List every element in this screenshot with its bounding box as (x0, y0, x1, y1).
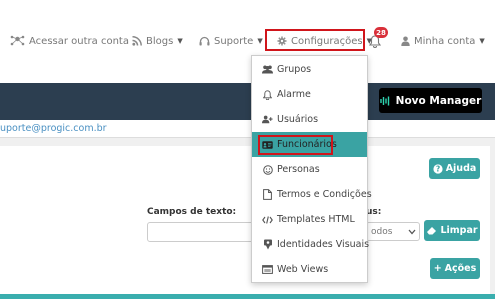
code-icon (262, 215, 273, 224)
user-plus-icon (262, 115, 273, 124)
panel-bottom-accent (0, 294, 495, 299)
minha-conta-label: Minha conta (414, 35, 476, 47)
dropdown-item-personas[interactable]: Personas (252, 157, 367, 182)
acessar-label: Acessar outra conta (29, 35, 129, 47)
main-panel (0, 146, 490, 294)
caret-down-icon: ▼ (479, 37, 485, 45)
question-circle-icon: ? (433, 163, 443, 174)
svg-text:?: ? (436, 164, 440, 173)
user-icon (401, 36, 410, 46)
campos-de-texto-label: Campos de texto: (147, 207, 237, 217)
status-select[interactable]: odos (366, 222, 420, 241)
acoes-button[interactable]: + Ações (430, 258, 480, 279)
dropdown-item-label: Alarme (277, 89, 311, 100)
signal-wave-icon (379, 96, 389, 105)
dropdown-item-label: Usuários (277, 114, 319, 125)
caret-down-icon: ▼ (177, 37, 183, 45)
campos-de-texto-input[interactable] (147, 222, 254, 242)
limpar-button[interactable]: Limpar (424, 220, 480, 241)
eraser-icon (427, 227, 437, 235)
dropdown-item-label: Templates HTML (277, 214, 355, 225)
suporte-menu[interactable]: Suporte ▼ (199, 33, 263, 49)
dropdown-item-label: Web Views (277, 264, 329, 275)
notification-count-badge: 28 (374, 27, 388, 38)
dropdown-item-label: Termos e Condições (277, 189, 372, 200)
acessar-outra-conta-link[interactable]: Acessar outra conta (10, 33, 129, 49)
dropdown-item-termos[interactable]: Termos e Condições (252, 182, 372, 207)
brand-icon (262, 239, 273, 250)
funcionarios-highlight-box (258, 135, 333, 155)
dropdown-item-label: Personas (277, 164, 320, 175)
limpar-label: Limpar (440, 225, 478, 236)
blogs-label: Blogs (146, 35, 174, 47)
network-icon (10, 35, 25, 46)
headset-icon (199, 36, 210, 45)
configuracoes-highlight-box (265, 29, 365, 51)
chevron-down-icon (408, 229, 416, 234)
dropdown-item-identidades-visuais[interactable]: Identidades Visuais (252, 232, 370, 257)
ajuda-button[interactable]: ? Ajuda (429, 158, 480, 179)
dropdown-item-grupos[interactable]: Grupos (252, 57, 367, 82)
users-icon (262, 65, 273, 74)
dropdown-item-web-views[interactable]: Web Views (252, 257, 367, 282)
file-icon (262, 189, 273, 200)
configuracoes-dropdown: Grupos Alarme Usuários Funcionários Pers… (251, 55, 372, 283)
plus-icon: + (433, 263, 442, 274)
rss-icon (132, 36, 142, 46)
status-select-value: odos (371, 226, 393, 237)
acoes-label: Ações (444, 263, 477, 274)
support-email-link[interactable]: uporte@progic.com.br (0, 123, 107, 134)
dropdown-item-templates-html[interactable]: Templates HTML (252, 207, 367, 232)
caret-down-icon: ▼ (257, 37, 263, 45)
minha-conta-menu[interactable]: Minha conta ▼ (401, 33, 485, 49)
dropdown-item-alarme[interactable]: Alarme (252, 82, 367, 107)
ajuda-label: Ajuda (445, 163, 477, 174)
dropdown-item-label: Grupos (277, 64, 312, 75)
dropdown-item-label: Identidades Visuais (277, 239, 370, 250)
status-label: us: (366, 207, 382, 217)
bell-icon (262, 89, 273, 100)
blogs-menu[interactable]: Blogs ▼ (132, 33, 183, 49)
smile-icon (262, 164, 273, 175)
suporte-label: Suporte (214, 35, 254, 47)
dropdown-item-usuarios[interactable]: Usuários (252, 107, 367, 132)
novo-manager-label: Novo Manager (395, 94, 482, 107)
window-icon (262, 265, 273, 274)
novo-manager-button[interactable]: Novo Manager (379, 88, 482, 113)
